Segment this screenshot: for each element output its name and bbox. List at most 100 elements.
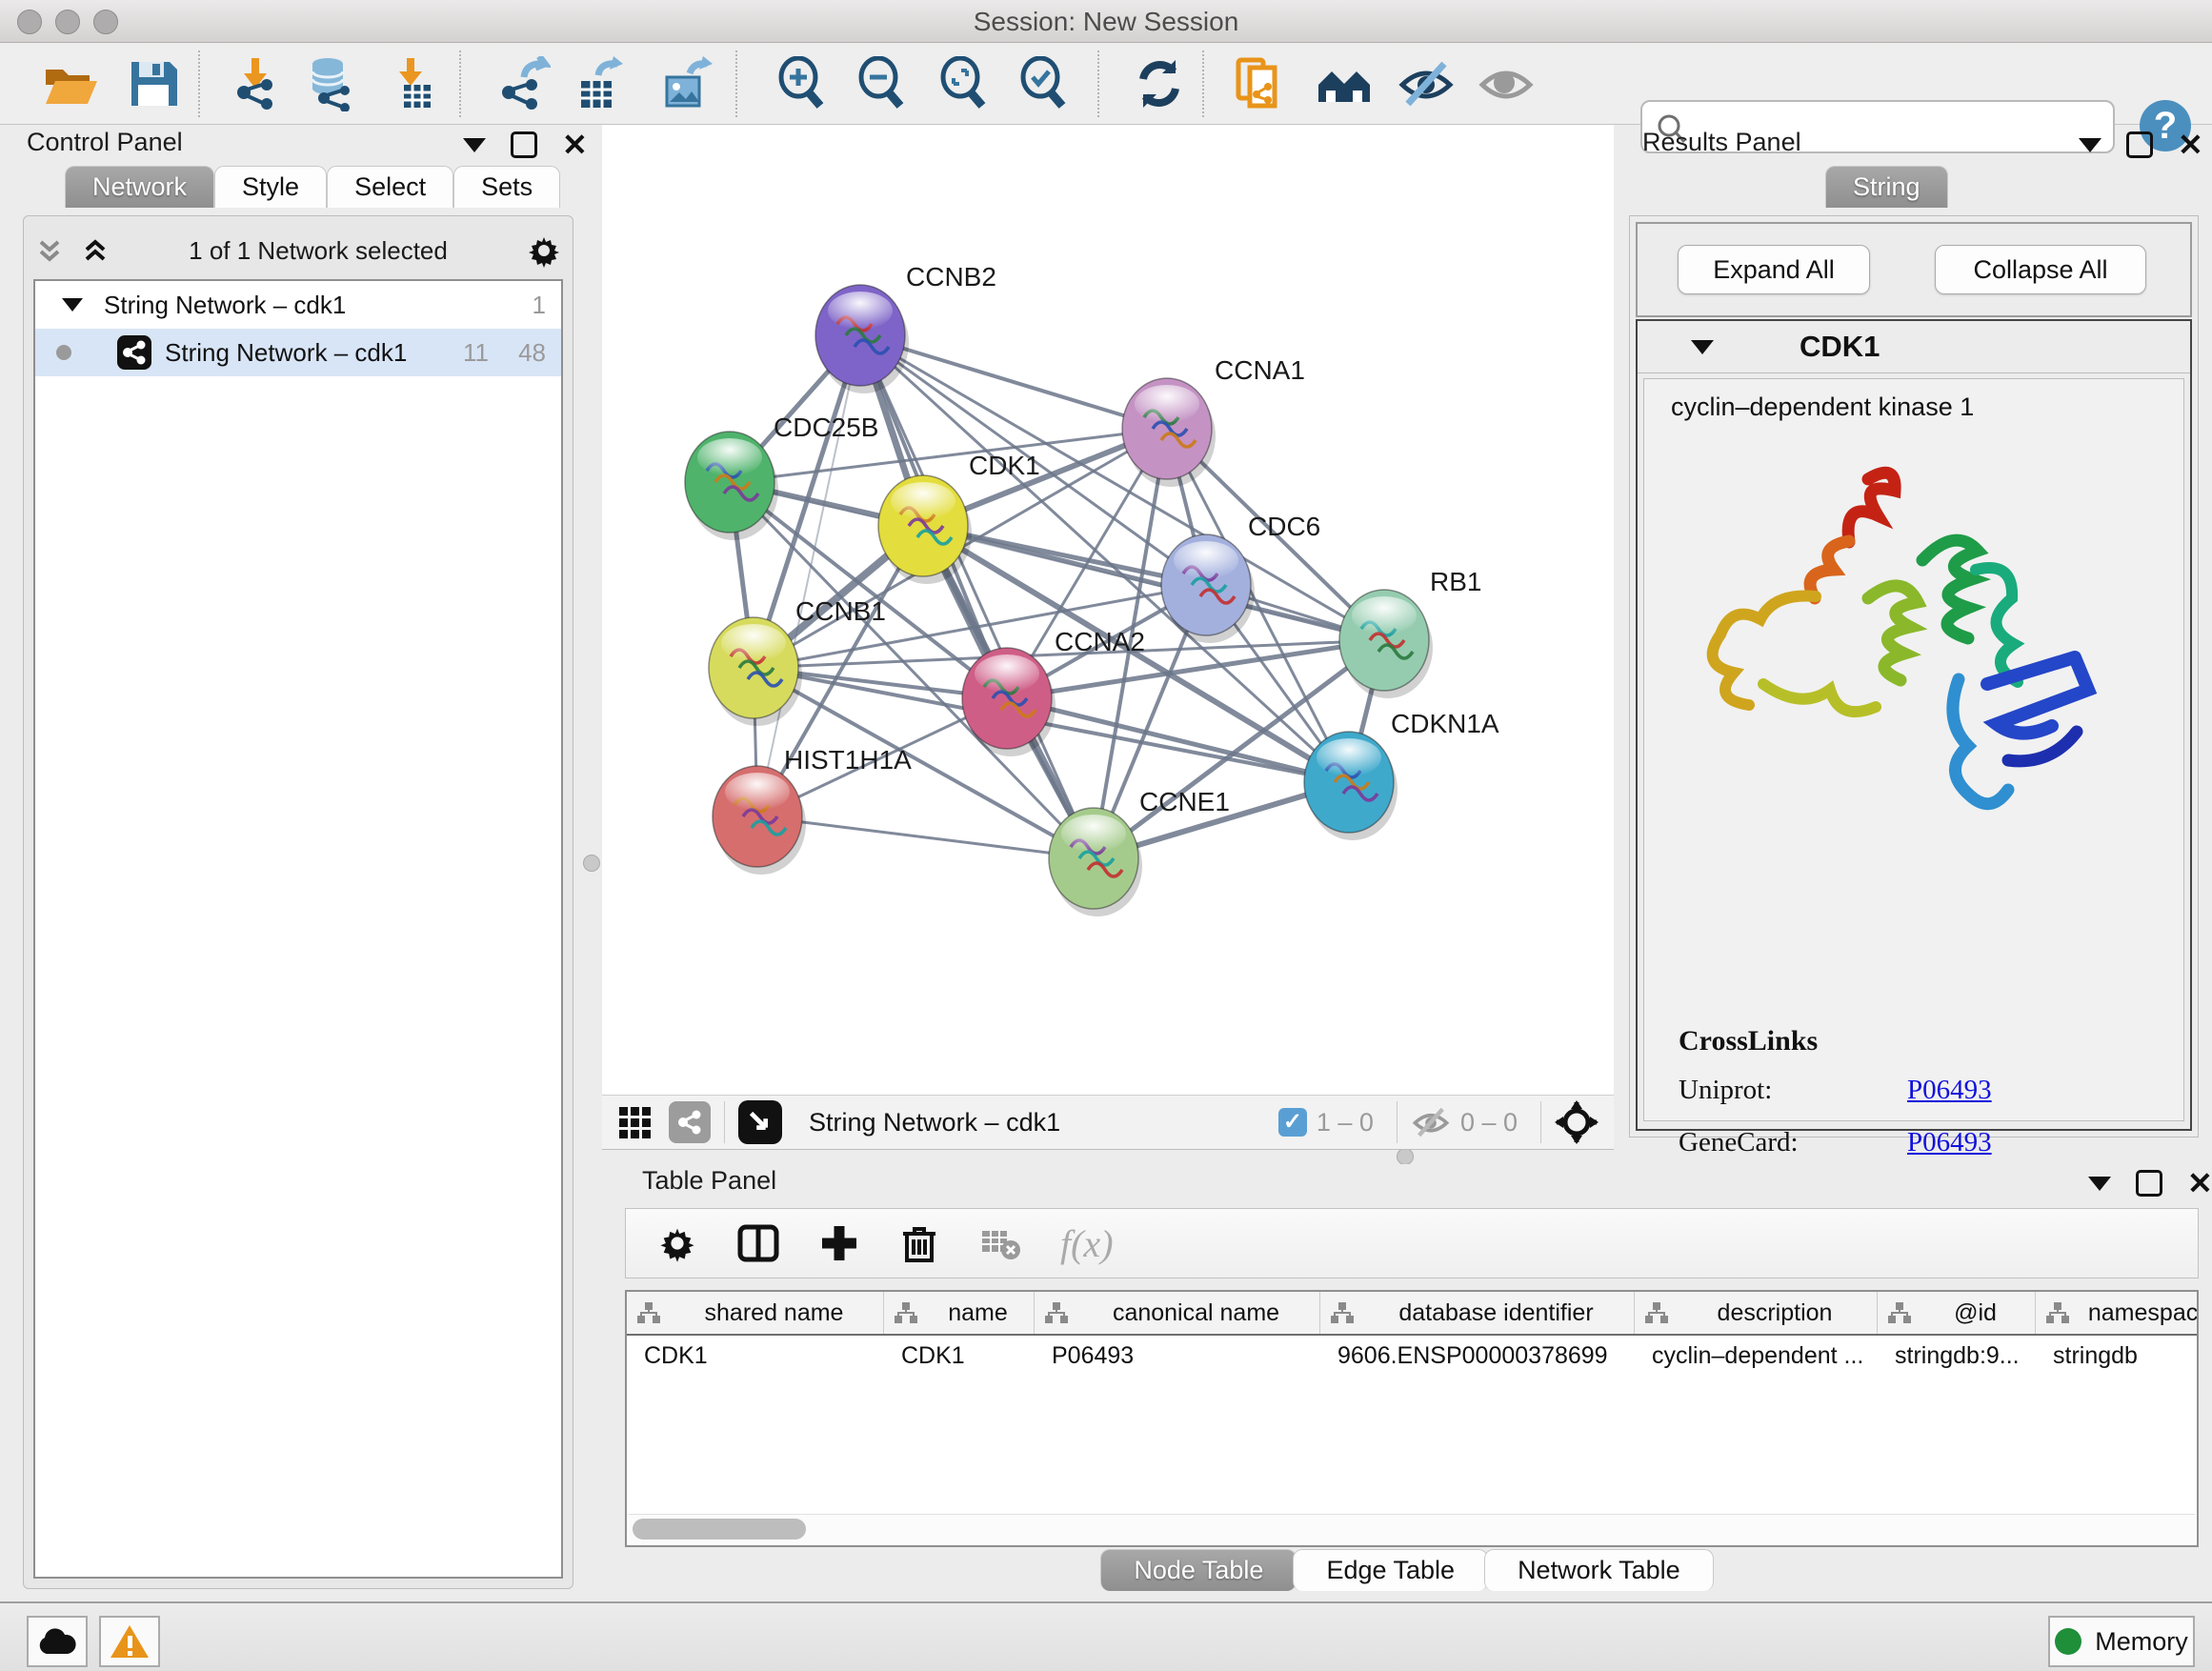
table-options-gear-icon[interactable] xyxy=(656,1222,698,1264)
crosslink-label: Uniprot: xyxy=(1679,1075,1907,1106)
table-panel-menu-icon[interactable] xyxy=(2088,1177,2111,1191)
network-options-gear-icon[interactable] xyxy=(525,232,563,270)
show-columns-icon[interactable] xyxy=(736,1221,780,1265)
tab-style[interactable]: Style xyxy=(214,166,327,208)
selected-checkbox-icon[interactable]: ✓ xyxy=(1278,1108,1307,1137)
network-edge[interactable] xyxy=(757,816,1094,858)
memory-button[interactable]: Memory xyxy=(2048,1616,2195,1667)
zoom-in-icon[interactable] xyxy=(774,56,829,111)
section-collapse-arrow-icon[interactable] xyxy=(1691,340,1714,354)
node-label: CDC6 xyxy=(1248,512,1320,541)
open-session-icon[interactable] xyxy=(42,56,97,111)
zoom-fit-icon[interactable] xyxy=(935,56,991,111)
network-collection-row[interactable]: String Network – cdk1 1 xyxy=(35,281,561,329)
expand-all-tree-icon[interactable] xyxy=(33,234,66,267)
network-node-CCNB1[interactable]: CCNB1 xyxy=(709,596,886,726)
collapse-all-button[interactable]: Collapse All xyxy=(1935,245,2146,294)
memory-status-dot xyxy=(2055,1628,2081,1655)
results-panel-menu-icon[interactable] xyxy=(2079,138,2101,152)
refresh-icon[interactable] xyxy=(1132,56,1187,111)
tab-node-table[interactable]: Node Table xyxy=(1100,1549,1297,1591)
title-bar: Session: New Session xyxy=(0,0,2212,43)
tab-network-table[interactable]: Network Table xyxy=(1484,1549,1714,1591)
warnings-button[interactable] xyxy=(99,1616,160,1667)
control-panel-title: Control Panel xyxy=(27,128,183,157)
tab-sets[interactable]: Sets xyxy=(453,166,560,208)
column-header-database-identifier[interactable]: database identifier xyxy=(1320,1292,1635,1334)
delete-table-icon-disabled xyxy=(978,1221,1022,1265)
show-eye-disabled-icon[interactable] xyxy=(1478,56,1534,111)
grid-view-icon[interactable] xyxy=(617,1103,655,1141)
control-panel-menu-icon[interactable] xyxy=(463,138,486,152)
birds-eye-view-icon[interactable] xyxy=(738,1100,782,1144)
crosslink-link[interactable]: P06493 xyxy=(1907,1075,1992,1106)
results-panel-tab-string[interactable]: String xyxy=(1825,166,1948,208)
scrollbar-thumb[interactable] xyxy=(633,1519,806,1540)
export-table-icon[interactable] xyxy=(570,56,625,111)
copy-style-icon[interactable] xyxy=(1233,56,1288,111)
tab-select[interactable]: Select xyxy=(327,166,453,208)
column-header-@id[interactable]: @id xyxy=(1878,1292,2036,1334)
crosslink-link[interactable]: P06493 xyxy=(1907,1127,1992,1158)
horizontal-splitter-grip[interactable] xyxy=(1397,1148,1414,1165)
zoom-out-icon[interactable] xyxy=(854,56,909,111)
collapse-arrow-icon[interactable] xyxy=(62,298,83,312)
save-session-icon[interactable] xyxy=(126,56,181,111)
network-node-CDKN1A[interactable]: CDKN1A xyxy=(1304,709,1499,840)
import-network-file-icon[interactable] xyxy=(229,56,284,111)
column-header-shared-name[interactable]: shared name xyxy=(627,1292,884,1334)
network-tree: String Network – cdk1 1 String Network –… xyxy=(33,279,563,1579)
separator xyxy=(1397,1101,1398,1143)
gene-section-header[interactable]: CDK1 xyxy=(1638,321,2190,373)
table-panel-close-icon[interactable]: ✕ xyxy=(2187,1173,2212,1194)
network-canvas[interactable]: CCNB2CCNA1CDC25BCDK1CDC6RB1CCNB1CCNA2CDK… xyxy=(602,125,1614,1095)
table-row[interactable]: CDK1CDK1P064939606.ENSP00000378699cyclin… xyxy=(627,1336,2197,1378)
results-panel-float-icon[interactable] xyxy=(2126,131,2153,158)
import-network-database-icon[interactable] xyxy=(303,56,358,111)
network-thumbnail-icon[interactable] xyxy=(669,1101,711,1143)
gene-name: CDK1 xyxy=(1800,330,1880,364)
fit-content-crosshair-icon[interactable] xyxy=(1555,1100,1599,1144)
column-header-description[interactable]: description xyxy=(1635,1292,1878,1334)
tab-edge-table[interactable]: Edge Table xyxy=(1293,1549,1488,1591)
control-panel-close-icon[interactable]: ✕ xyxy=(562,134,588,155)
table-cell: stringdb xyxy=(2036,1336,2199,1378)
hidden-count: 0 – 0 xyxy=(1460,1108,1518,1137)
collapse-all-tree-icon[interactable] xyxy=(79,234,111,267)
tab-network[interactable]: Network xyxy=(65,166,214,208)
column-header-namespace[interactable]: namespace xyxy=(2036,1292,2199,1334)
delete-column-trash-icon[interactable] xyxy=(898,1222,940,1264)
results-panel-close-icon[interactable]: ✕ xyxy=(2178,134,2203,155)
results-panel-body: Expand All Collapse All CDK1 cyclin–depe… xyxy=(1629,215,2199,1137)
zoom-selected-icon[interactable] xyxy=(1016,56,1071,111)
table-panel-float-icon[interactable] xyxy=(2136,1170,2162,1197)
cloud-button[interactable] xyxy=(27,1616,88,1667)
toolbar-separator xyxy=(198,50,200,117)
expand-all-button[interactable]: Expand All xyxy=(1678,245,1870,294)
import-table-file-icon[interactable] xyxy=(383,56,438,111)
network-row[interactable]: String Network – cdk1 11 48 xyxy=(35,329,561,376)
network-node-CCNB2[interactable]: CCNB2 xyxy=(815,262,996,393)
export-network-icon[interactable] xyxy=(495,56,551,111)
network-edge[interactable] xyxy=(860,335,1094,858)
control-panel-float-icon[interactable] xyxy=(511,131,537,158)
hide-selected-eye-icon[interactable] xyxy=(1398,56,1454,111)
network-node-RB1[interactable]: RB1 xyxy=(1339,567,1481,698)
cloud-icon xyxy=(37,1627,77,1656)
network-node-CCNE1[interactable]: CCNE1 xyxy=(1049,787,1230,916)
network-node-CDC6[interactable]: CDC6 xyxy=(1161,512,1320,643)
network-node-CCNA1[interactable]: CCNA1 xyxy=(1122,355,1305,487)
table-header-row: shared namenamecanonical namedatabase id… xyxy=(627,1292,2197,1336)
separator xyxy=(1540,1101,1541,1143)
left-splitter-grip[interactable] xyxy=(583,855,600,872)
column-header-name[interactable]: name xyxy=(884,1292,1035,1334)
home-icon[interactable] xyxy=(1317,56,1372,111)
add-column-plus-icon[interactable] xyxy=(818,1222,860,1264)
network-type-icon xyxy=(117,335,151,370)
export-image-icon[interactable] xyxy=(657,56,713,111)
network-node-HIST1H1A[interactable]: HIST1H1A xyxy=(713,745,912,875)
table-horizontal-scrollbar[interactable] xyxy=(629,1514,2195,1543)
network-collection-label: String Network – cdk1 xyxy=(104,291,346,320)
table-cell: stringdb:9... xyxy=(1878,1336,2036,1378)
column-header-canonical-name[interactable]: canonical name xyxy=(1035,1292,1320,1334)
